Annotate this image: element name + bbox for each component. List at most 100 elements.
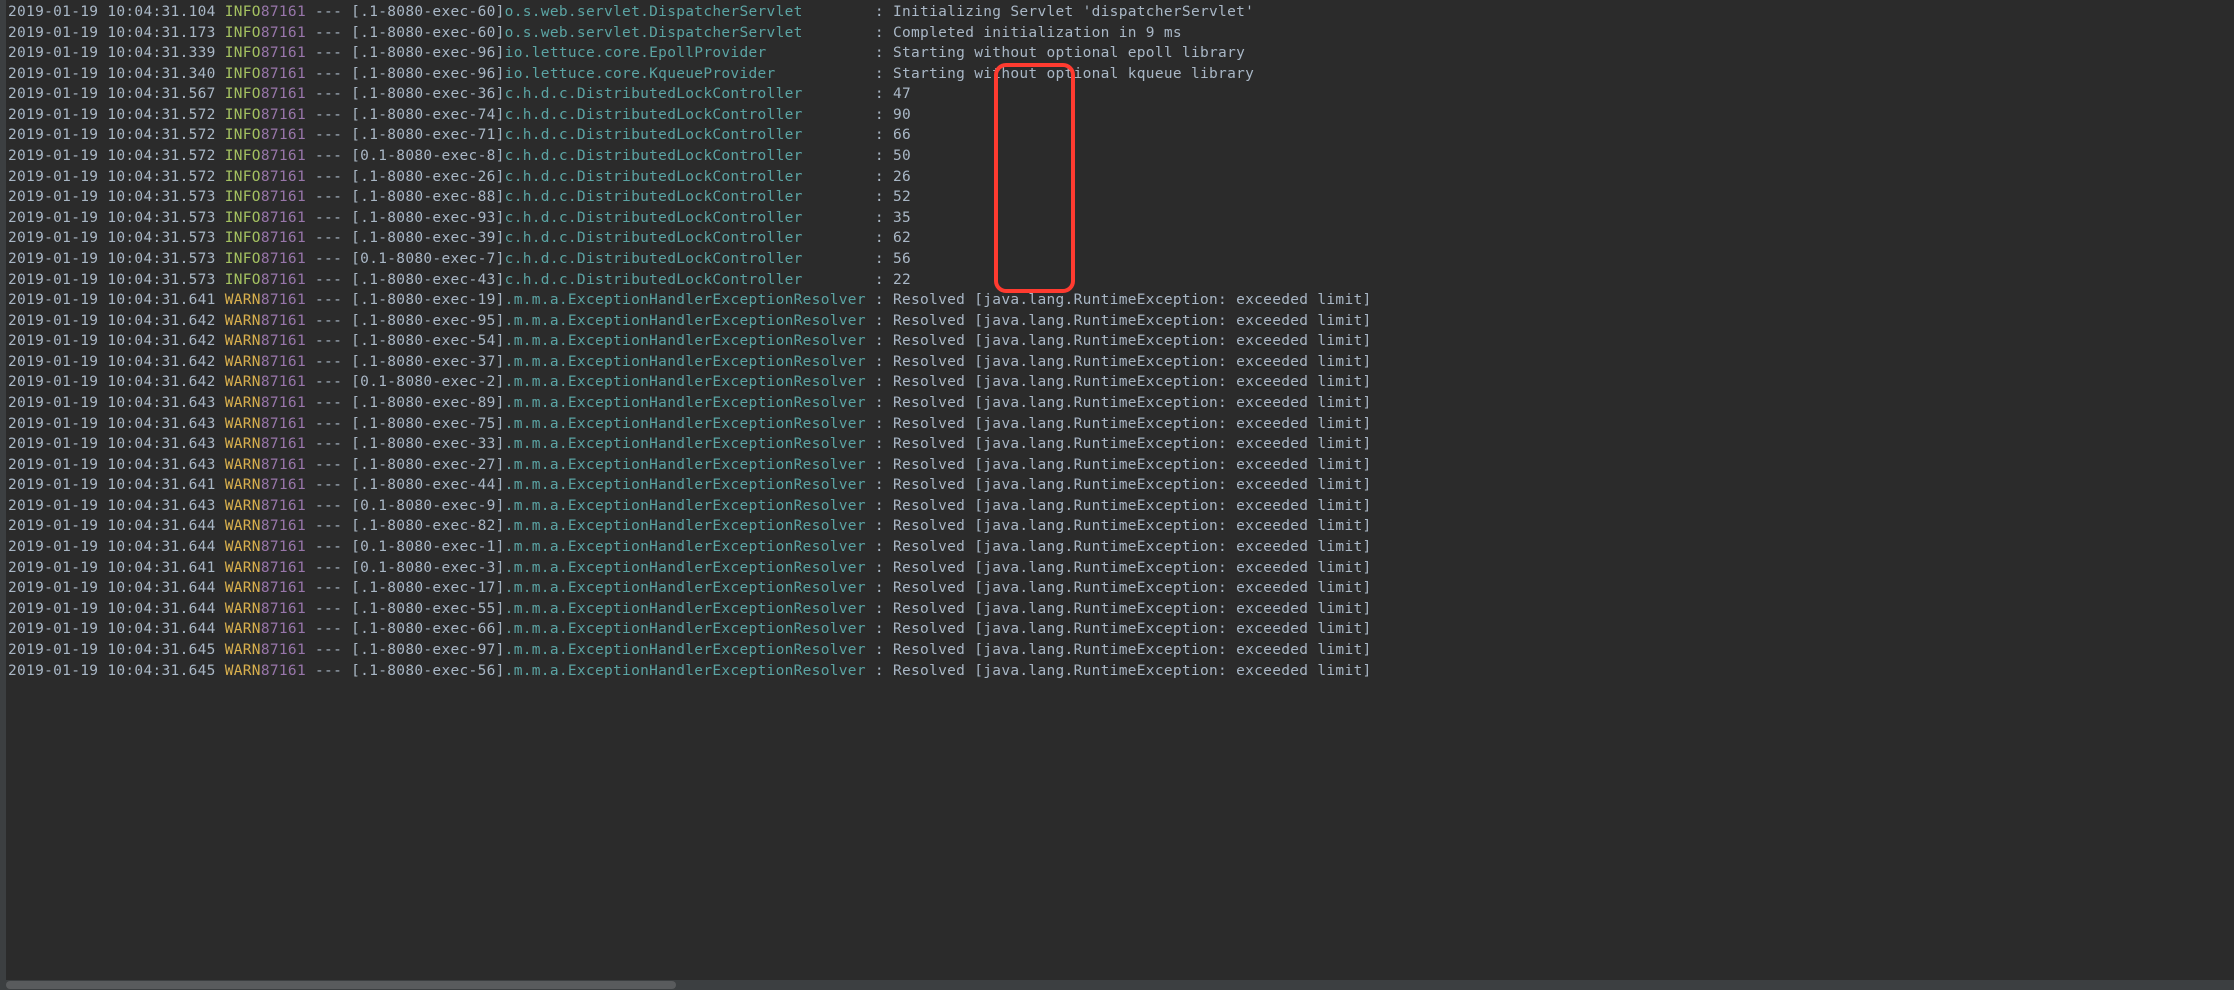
separator: --- bbox=[306, 516, 351, 537]
log-level: WARN bbox=[216, 640, 261, 661]
log-line: 2019-01-19 10:04:31.644 WARN 87161 --- [… bbox=[8, 516, 2234, 537]
log-level: WARN bbox=[216, 516, 261, 537]
log-message: 47 bbox=[893, 84, 911, 105]
separator: --- bbox=[306, 496, 351, 517]
log-line: 2019-01-19 10:04:31.573 INFO 87161 --- [… bbox=[8, 187, 2234, 208]
log-message: 52 bbox=[893, 187, 911, 208]
separator: --- bbox=[306, 208, 351, 229]
timestamp: 2019-01-19 10:04:31.643 bbox=[8, 434, 216, 455]
process-id: 87161 bbox=[261, 228, 306, 249]
log-line: 2019-01-19 10:04:31.567 INFO 87161 --- [… bbox=[8, 84, 2234, 105]
timestamp: 2019-01-19 10:04:31.644 bbox=[8, 578, 216, 599]
timestamp: 2019-01-19 10:04:31.104 bbox=[8, 2, 216, 23]
thread-name: [.1-8080-exec-93] bbox=[351, 208, 505, 229]
separator: --- bbox=[306, 640, 351, 661]
thread-name: [.1-8080-exec-66] bbox=[351, 619, 505, 640]
process-id: 87161 bbox=[261, 516, 306, 537]
thread-name: [.1-8080-exec-36] bbox=[351, 84, 505, 105]
log-line: 2019-01-19 10:04:31.340 INFO 87161 --- [… bbox=[8, 64, 2234, 85]
log-level: INFO bbox=[216, 208, 261, 229]
timestamp: 2019-01-19 10:04:31.572 bbox=[8, 146, 216, 167]
log-level: WARN bbox=[216, 311, 261, 332]
log-level: WARN bbox=[216, 290, 261, 311]
logger-name: .m.m.a.ExceptionHandlerExceptionResolver bbox=[505, 558, 866, 579]
separator: --- bbox=[306, 2, 351, 23]
timestamp: 2019-01-19 10:04:31.641 bbox=[8, 475, 216, 496]
log-message: Resolved [java.lang.RuntimeException: ex… bbox=[893, 516, 1372, 537]
log-level: WARN bbox=[216, 475, 261, 496]
log-message: 35 bbox=[893, 208, 911, 229]
log-line: 2019-01-19 10:04:31.339 INFO 87161 --- [… bbox=[8, 43, 2234, 64]
log-output[interactable]: 2019-01-19 10:04:31.104 INFO 87161 --- [… bbox=[8, 0, 2234, 681]
logger-name: .m.m.a.ExceptionHandlerExceptionResolver bbox=[505, 516, 866, 537]
process-id: 87161 bbox=[261, 43, 306, 64]
timestamp: 2019-01-19 10:04:31.645 bbox=[8, 661, 216, 682]
thread-name: [.1-8080-exec-33] bbox=[351, 434, 505, 455]
separator: --- bbox=[306, 619, 351, 640]
message-separator: : bbox=[866, 249, 893, 270]
scrollbar-thumb[interactable] bbox=[6, 981, 676, 989]
separator: --- bbox=[306, 249, 351, 270]
log-message: Resolved [java.lang.RuntimeException: ex… bbox=[893, 393, 1372, 414]
log-message: 56 bbox=[893, 249, 911, 270]
log-message: Resolved [java.lang.RuntimeException: ex… bbox=[893, 331, 1372, 352]
message-separator: : bbox=[866, 64, 893, 85]
separator: --- bbox=[306, 393, 351, 414]
message-separator: : bbox=[866, 125, 893, 146]
thread-name: [.1-8080-exec-71] bbox=[351, 125, 505, 146]
timestamp: 2019-01-19 10:04:31.573 bbox=[8, 270, 216, 291]
timestamp: 2019-01-19 10:04:31.572 bbox=[8, 125, 216, 146]
message-separator: : bbox=[866, 537, 893, 558]
process-id: 87161 bbox=[261, 208, 306, 229]
logger-name: c.h.d.c.DistributedLockController bbox=[505, 146, 866, 167]
logger-name: .m.m.a.ExceptionHandlerExceptionResolver bbox=[505, 640, 866, 661]
horizontal-scrollbar[interactable] bbox=[6, 980, 2234, 990]
process-id: 87161 bbox=[261, 537, 306, 558]
thread-name: [.1-8080-exec-27] bbox=[351, 455, 505, 476]
logger-name: c.h.d.c.DistributedLockController bbox=[505, 125, 866, 146]
log-line: 2019-01-19 10:04:31.572 INFO 87161 --- [… bbox=[8, 146, 2234, 167]
separator: --- bbox=[306, 146, 351, 167]
log-message: 62 bbox=[893, 228, 911, 249]
message-separator: : bbox=[866, 311, 893, 332]
log-line: 2019-01-19 10:04:31.173 INFO 87161 --- [… bbox=[8, 23, 2234, 44]
log-line: 2019-01-19 10:04:31.642 WARN 87161 --- [… bbox=[8, 311, 2234, 332]
log-line: 2019-01-19 10:04:31.644 WARN 87161 --- [… bbox=[8, 537, 2234, 558]
separator: --- bbox=[306, 64, 351, 85]
process-id: 87161 bbox=[261, 619, 306, 640]
logger-name: .m.m.a.ExceptionHandlerExceptionResolver bbox=[505, 661, 866, 682]
log-level: INFO bbox=[216, 43, 261, 64]
log-line: 2019-01-19 10:04:31.642 WARN 87161 --- [… bbox=[8, 331, 2234, 352]
log-level: WARN bbox=[216, 434, 261, 455]
separator: --- bbox=[306, 558, 351, 579]
timestamp: 2019-01-19 10:04:31.573 bbox=[8, 228, 216, 249]
log-level: INFO bbox=[216, 64, 261, 85]
log-level: WARN bbox=[216, 619, 261, 640]
log-level: WARN bbox=[216, 537, 261, 558]
log-message: Resolved [java.lang.RuntimeException: ex… bbox=[893, 434, 1372, 455]
process-id: 87161 bbox=[261, 187, 306, 208]
thread-name: [.1-8080-exec-39] bbox=[351, 228, 505, 249]
log-message: Resolved [java.lang.RuntimeException: ex… bbox=[893, 640, 1372, 661]
log-line: 2019-01-19 10:04:31.104 INFO 87161 --- [… bbox=[8, 2, 2234, 23]
log-level: INFO bbox=[216, 105, 261, 126]
timestamp: 2019-01-19 10:04:31.573 bbox=[8, 208, 216, 229]
separator: --- bbox=[306, 475, 351, 496]
log-line: 2019-01-19 10:04:31.573 INFO 87161 --- [… bbox=[8, 270, 2234, 291]
timestamp: 2019-01-19 10:04:31.644 bbox=[8, 537, 216, 558]
logger-name: .m.m.a.ExceptionHandlerExceptionResolver bbox=[505, 331, 866, 352]
separator: --- bbox=[306, 311, 351, 332]
separator: --- bbox=[306, 105, 351, 126]
timestamp: 2019-01-19 10:04:31.572 bbox=[8, 167, 216, 188]
separator: --- bbox=[306, 661, 351, 682]
logger-name: .m.m.a.ExceptionHandlerExceptionResolver bbox=[505, 455, 866, 476]
thread-name: [0.1-8080-exec-3] bbox=[351, 558, 505, 579]
message-separator: : bbox=[866, 84, 893, 105]
message-separator: : bbox=[866, 393, 893, 414]
thread-name: [.1-8080-exec-82] bbox=[351, 516, 505, 537]
log-level: WARN bbox=[216, 661, 261, 682]
process-id: 87161 bbox=[261, 249, 306, 270]
log-message: Resolved [java.lang.RuntimeException: ex… bbox=[893, 311, 1372, 332]
process-id: 87161 bbox=[261, 393, 306, 414]
timestamp: 2019-01-19 10:04:31.641 bbox=[8, 290, 216, 311]
